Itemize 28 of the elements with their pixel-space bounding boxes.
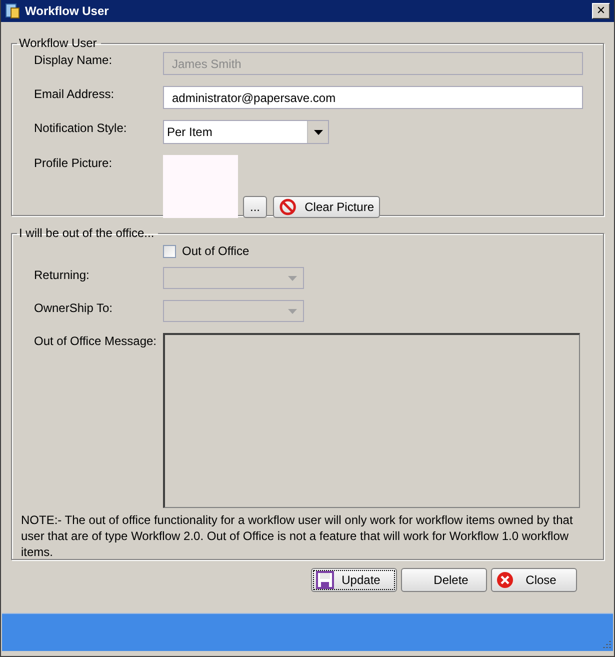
browse-button[interactable]: ... bbox=[243, 196, 267, 218]
dropdown-arrow-icon bbox=[314, 130, 322, 134]
out-of-office-checkbox[interactable]: Out of Office bbox=[163, 244, 250, 258]
close-icon bbox=[496, 571, 514, 589]
group-title: Workflow User bbox=[18, 36, 98, 50]
group-title: I will be out of the office... bbox=[18, 226, 156, 240]
dropdown-arrow-icon bbox=[288, 308, 297, 314]
email-field[interactable]: administrator@papersave.com bbox=[163, 86, 583, 109]
field-label: OwnerShip To: bbox=[34, 300, 114, 315]
close-dialog-button[interactable]: Close bbox=[491, 568, 577, 592]
window-title: Workflow User bbox=[25, 4, 110, 18]
note-text: NOTE:- The out of office functionality for a workflow user will only work for workflow items owned by that user that are of type Workflow 2.0. Out of Office is not a feature that will work for Workflow 1.0 workflow items. bbox=[21, 512, 574, 560]
app-icon bbox=[5, 3, 21, 19]
field-label: Returning: bbox=[34, 267, 90, 282]
field-label: Profile Picture: bbox=[34, 155, 114, 170]
no-entry-icon bbox=[279, 198, 297, 216]
close-button[interactable]: ✕ bbox=[592, 3, 610, 19]
save-icon bbox=[316, 571, 334, 589]
field-label: Out of Office Message: bbox=[34, 333, 158, 348]
resize-grip-icon bbox=[601, 639, 611, 649]
delete-button[interactable]: Delete bbox=[401, 568, 487, 592]
update-button[interactable]: Update bbox=[311, 568, 397, 592]
field-label: Display Name: bbox=[34, 52, 114, 67]
field-label: Email Address: bbox=[34, 86, 116, 101]
clear-picture-button[interactable]: Clear Picture bbox=[273, 196, 380, 218]
notification-style-dropdown[interactable]: Per Item bbox=[163, 120, 329, 144]
dropdown-arrow-icon bbox=[288, 276, 297, 280]
field-label: Notification Style: bbox=[34, 120, 128, 135]
